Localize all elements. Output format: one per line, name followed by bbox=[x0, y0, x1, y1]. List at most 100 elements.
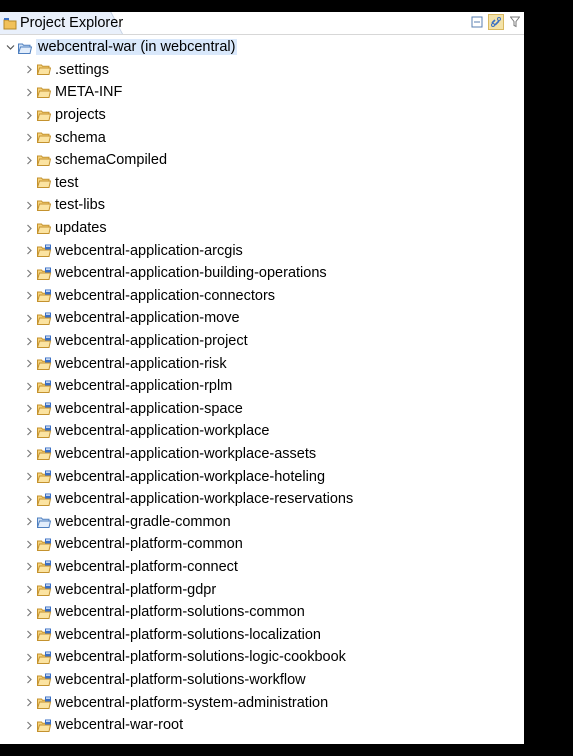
tree-item[interactable]: webcentral-platform-solutions-logic-cook… bbox=[0, 646, 524, 669]
project-icon bbox=[36, 244, 52, 258]
chevron-right-icon[interactable] bbox=[22, 131, 36, 145]
chevron-right-icon[interactable] bbox=[22, 583, 36, 597]
project-icon bbox=[36, 560, 52, 574]
chevron-right-icon[interactable] bbox=[22, 628, 36, 642]
project-icon bbox=[36, 266, 52, 280]
project-icon bbox=[36, 334, 52, 348]
tree-item[interactable]: META-INF bbox=[0, 81, 524, 104]
tree-item[interactable]: schema bbox=[0, 126, 524, 149]
chevron-right-icon[interactable] bbox=[22, 424, 36, 438]
chevron-right-icon[interactable] bbox=[22, 650, 36, 664]
tree-item[interactable]: webcentral-war-root bbox=[0, 714, 524, 737]
tree-item[interactable]: webcentral-application-workplace-assets bbox=[0, 443, 524, 466]
collapse-all-icon[interactable] bbox=[470, 15, 484, 29]
folder-icon bbox=[36, 63, 52, 77]
view-header: Project Explorer bbox=[0, 12, 524, 35]
tree-item[interactable]: webcentral-application-rplm bbox=[0, 375, 524, 398]
tree-item-label: webcentral-application-project bbox=[55, 333, 248, 350]
chevron-right-icon[interactable] bbox=[22, 379, 36, 393]
chevron-right-icon[interactable] bbox=[22, 334, 36, 348]
tree-item[interactable]: webcentral-application-workplace bbox=[0, 420, 524, 443]
tree-item[interactable]: webcentral-application-project bbox=[0, 330, 524, 353]
filter-icon[interactable] bbox=[508, 15, 522, 29]
tree-item[interactable]: webcentral-application-space bbox=[0, 398, 524, 421]
chevron-right-icon[interactable] bbox=[22, 605, 36, 619]
project-tree: webcentral-war (in webcentral) .settings M… bbox=[0, 36, 524, 736]
chevron-right-icon[interactable] bbox=[22, 492, 36, 506]
tree-item[interactable]: webcentral-platform-common bbox=[0, 533, 524, 556]
project-icon bbox=[36, 650, 52, 664]
tree-item[interactable]: webcentral-platform-gdpr bbox=[0, 578, 524, 601]
tree-item-label: webcentral-war (in webcentral) bbox=[36, 39, 238, 56]
tree-item-label: webcentral-platform-solutions-localizati… bbox=[55, 626, 321, 643]
tree-item[interactable]: test-libs bbox=[0, 194, 524, 217]
tree-item[interactable]: webcentral-application-workplace-hotelin… bbox=[0, 465, 524, 488]
tree-root-project[interactable]: webcentral-war (in webcentral) bbox=[0, 36, 524, 59]
tree-item[interactable]: webcentral-gradle-common bbox=[0, 510, 524, 533]
tree-item-label: webcentral-application-arcgis bbox=[55, 242, 243, 259]
tree-item-label: webcentral-application-space bbox=[55, 400, 243, 417]
view-tab[interactable]: Project Explorer bbox=[2, 12, 123, 34]
chevron-right-icon[interactable] bbox=[22, 198, 36, 212]
tree-item[interactable]: webcentral-platform-solutions-workflow bbox=[0, 669, 524, 692]
tree-item-label: webcentral-platform-system-administratio… bbox=[55, 694, 329, 711]
chevron-down-icon[interactable] bbox=[3, 40, 17, 54]
project-icon bbox=[36, 311, 52, 325]
project-icon bbox=[36, 357, 52, 371]
project-icon bbox=[36, 379, 52, 393]
chevron-right-icon[interactable] bbox=[22, 357, 36, 371]
project-icon bbox=[36, 718, 52, 732]
chevron-right-icon[interactable] bbox=[22, 718, 36, 732]
tree-item[interactable]: webcentral-application-building-operatio… bbox=[0, 262, 524, 285]
project-folder-icon bbox=[36, 515, 52, 529]
tree-item-label: webcentral-application-risk bbox=[55, 355, 227, 372]
tree-item[interactable]: webcentral-platform-solutions-localizati… bbox=[0, 623, 524, 646]
chevron-right-icon[interactable] bbox=[22, 470, 36, 484]
project-icon bbox=[36, 537, 52, 551]
tree-item[interactable]: projects bbox=[0, 104, 524, 127]
project-icon bbox=[36, 289, 52, 303]
tree-item[interactable]: webcentral-application-move bbox=[0, 307, 524, 330]
chevron-right-icon[interactable] bbox=[22, 402, 36, 416]
view-toolbar bbox=[470, 14, 522, 30]
project-icon bbox=[36, 673, 52, 687]
chevron-right-icon[interactable] bbox=[22, 244, 36, 258]
project-icon bbox=[36, 605, 52, 619]
project-icon bbox=[36, 492, 52, 506]
chevron-right-icon[interactable] bbox=[22, 696, 36, 710]
chevron-right-icon[interactable] bbox=[22, 515, 36, 529]
tree-item[interactable]: .settings bbox=[0, 59, 524, 82]
tree-item-label: webcentral-gradle-common bbox=[55, 513, 231, 530]
tree-item[interactable]: test bbox=[0, 172, 524, 195]
tree-item-label: webcentral-application-move bbox=[55, 310, 240, 327]
project-icon bbox=[36, 583, 52, 597]
tree-item-label: schemaCompiled bbox=[55, 152, 168, 169]
chevron-right-icon[interactable] bbox=[22, 221, 36, 235]
chevron-right-icon[interactable] bbox=[22, 673, 36, 687]
tree-item[interactable]: webcentral-platform-system-administratio… bbox=[0, 691, 524, 714]
chevron-right-icon[interactable] bbox=[22, 537, 36, 551]
chevron-right-icon[interactable] bbox=[22, 63, 36, 77]
chevron-right-icon[interactable] bbox=[22, 85, 36, 99]
link-with-editor-icon[interactable] bbox=[488, 14, 504, 30]
chevron-right-icon[interactable] bbox=[22, 266, 36, 280]
chevron-right-icon[interactable] bbox=[22, 311, 36, 325]
tree-item[interactable]: webcentral-platform-connect bbox=[0, 556, 524, 579]
chevron-right-icon[interactable] bbox=[22, 289, 36, 303]
tree-item[interactable]: updates bbox=[0, 217, 524, 240]
tree-item[interactable]: webcentral-application-connectors bbox=[0, 285, 524, 308]
tree-item[interactable]: schemaCompiled bbox=[0, 149, 524, 172]
project-icon bbox=[36, 628, 52, 642]
chevron-right-icon[interactable] bbox=[22, 108, 36, 122]
tree-item[interactable]: webcentral-platform-solutions-common bbox=[0, 601, 524, 624]
tree-item-label: webcentral-application-rplm bbox=[55, 378, 233, 395]
chevron-right-icon[interactable] bbox=[22, 447, 36, 461]
chevron-right-icon[interactable] bbox=[22, 153, 36, 167]
tree-item[interactable]: webcentral-application-workplace-reserva… bbox=[0, 488, 524, 511]
view-title: Project Explorer bbox=[20, 15, 124, 31]
tree-item[interactable]: webcentral-application-risk bbox=[0, 352, 524, 375]
tree-item[interactable]: webcentral-application-arcgis bbox=[0, 239, 524, 262]
folder-icon bbox=[36, 85, 52, 99]
chevron-right-icon[interactable] bbox=[22, 560, 36, 574]
tree-item-label: test bbox=[55, 174, 79, 191]
